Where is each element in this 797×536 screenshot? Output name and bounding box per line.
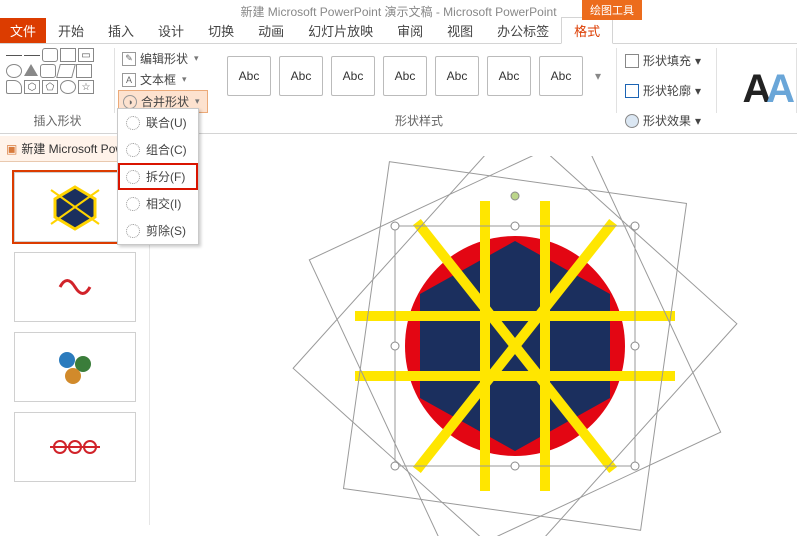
shape-arrow-icon [24,48,40,56]
shape-flow1-icon [6,80,22,94]
tab-transitions[interactable]: 切换 [196,18,246,43]
shape-parallelogram-icon [56,64,76,78]
selected-shapes[interactable] [270,156,770,536]
contextual-tab-group: 绘图工具 [582,0,642,20]
tab-office[interactable]: 办公标签 [485,18,561,43]
menu-intersect[interactable]: 相交(I) [118,190,198,217]
shape-outline-button[interactable]: 形状轮廓▾ [623,80,711,101]
styles-more-icon[interactable]: ▾ [591,69,605,83]
slide-thumb-3[interactable] [14,332,136,402]
merge-shapes-icon: ◑ [123,95,137,109]
style-swatch-4[interactable]: Abc [383,56,427,96]
style-swatch-1[interactable]: Abc [227,56,271,96]
edit-shape-button[interactable]: ✎ 编辑形状 ▾ [118,48,208,69]
fragment-icon [126,170,140,184]
powerpoint-icon: ▣ [6,142,17,156]
style-swatch-3[interactable]: Abc [331,56,375,96]
wordart-style-2[interactable]: A [766,67,795,112]
shapes-gallery[interactable]: ▭ ⬡ ⬠ ☆ [6,48,94,96]
shape-flow2-icon: ⬡ [24,80,40,94]
outline-pen-icon [625,84,639,98]
chevron-down-icon: ▾ [195,96,200,107]
effects-icon [625,114,639,128]
ribbon-tabs: 文件 开始 插入 设计 切换 动画 幻灯片放映 审阅 视图 办公标签 格式 [0,22,797,44]
subtract-icon [126,224,140,238]
chevron-down-icon: ▾ [194,53,199,64]
shape-rect-icon [42,48,58,62]
tab-design[interactable]: 设计 [146,18,196,43]
group-shape-styles: Abc Abc Abc Abc Abc Abc Abc ▾ 形状样式 [215,44,617,133]
text-box-icon: A [122,73,136,87]
shape-flow3-icon: ⬠ [42,80,58,94]
shape-square-icon [60,48,76,62]
combine-icon [126,143,140,157]
tab-slideshow[interactable]: 幻灯片放映 [296,18,385,43]
shape-triangle-icon [24,64,38,76]
menu-fragment[interactable]: 拆分(F) [118,163,198,190]
chevron-down-icon: ▾ [182,74,187,85]
style-swatch-7[interactable]: Abc [539,56,583,96]
slide-canvas[interactable] [150,136,797,525]
group-label-insert-shape: 插入形状 [6,112,109,131]
slide-thumb-2[interactable] [14,252,136,322]
tab-insert[interactable]: 插入 [96,18,146,43]
shape-line-icon [6,48,22,56]
tab-view[interactable]: 视图 [435,18,485,43]
tab-format[interactable]: 格式 [561,17,613,44]
window-title: 新建 Microsoft PowerPoint 演示文稿 - Microsoft… [240,3,556,20]
shape-flow5-icon: ☆ [78,80,94,94]
shape-flow4-icon [60,80,76,94]
menu-combine[interactable]: 组合(C) [118,136,198,163]
slide-thumb-4[interactable] [14,412,136,482]
style-swatch-2[interactable]: Abc [279,56,323,96]
group-shape-fill: 形状填充▾ 形状轮廓▾ 形状效果▾ [617,44,717,133]
menu-union[interactable]: 联合(U) [118,109,198,136]
tab-review[interactable]: 审阅 [385,18,435,43]
shape-effects-button[interactable]: 形状效果▾ [623,110,711,131]
edit-shape-icon: ✎ [122,52,136,66]
fill-bucket-icon [625,54,639,68]
menu-subtract[interactable]: 剪除(S) [118,217,198,244]
tab-animations[interactable]: 动画 [246,18,296,43]
shape-fill-button[interactable]: 形状填充▾ [623,50,711,71]
shape-trapezoid-icon [76,64,92,78]
group-label-shape-styles: 形状样式 [227,112,611,131]
tab-file[interactable]: 文件 [0,18,46,43]
union-icon [126,116,140,130]
intersect-icon [126,197,140,211]
style-swatch-5[interactable]: Abc [435,56,479,96]
group-wordart: A A [717,44,797,133]
text-box-button[interactable]: A 文本框 ▾ [118,69,208,90]
shape-oval-icon [6,64,22,78]
style-swatch-6[interactable]: Abc [487,56,531,96]
tab-home[interactable]: 开始 [46,18,96,43]
merge-shapes-menu: 联合(U) 组合(C) 拆分(F) 相交(I) 剪除(S) [117,108,199,245]
shape-rrect-icon [40,64,56,78]
group-insert-shape: ▭ ⬡ ⬠ ☆ 插入形状 [0,44,115,133]
